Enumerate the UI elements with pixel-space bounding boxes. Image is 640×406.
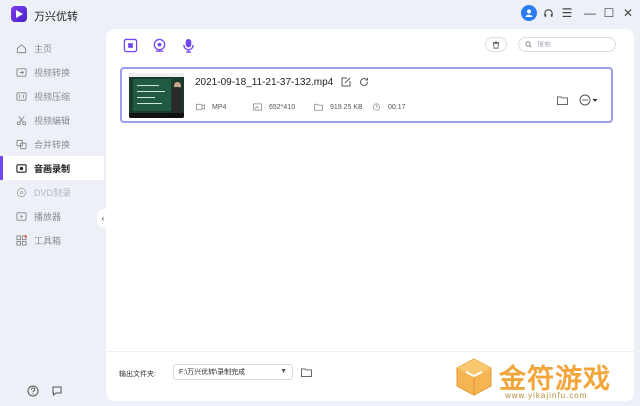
sidebar-item-label: 视频编辑: [34, 115, 71, 126]
player-icon: [15, 210, 27, 222]
sidebar-item-label: 合并转换: [34, 139, 71, 150]
home-icon: [15, 42, 27, 54]
record-icon: [15, 162, 27, 174]
compress-icon: [15, 90, 27, 102]
file-size: 919.25 KB: [330, 103, 363, 111]
search-input[interactable]: [537, 41, 607, 48]
title-bar: 万兴优转 ☰ — ☐ ✕: [0, 0, 640, 28]
main-panel: 2021-09-18_11-21-37-132.mp4 MP4 652*410 …: [106, 29, 634, 401]
search-box[interactable]: [518, 37, 616, 52]
sidebar-item-video-edit[interactable]: 视频编辑: [0, 108, 104, 132]
delete-button[interactable]: [485, 37, 507, 52]
watermark: 金符游戏 www.yikajinfu.com: [455, 355, 635, 403]
file-format: MP4: [212, 103, 227, 111]
file-resolution: 652*410: [269, 103, 296, 111]
record-mode-tabs: [122, 37, 196, 53]
meta-resolution: 652*410: [252, 102, 295, 112]
screen-record-icon[interactable]: [122, 37, 138, 53]
app-title: 万兴优转: [34, 11, 78, 23]
sidebar-item-video-convert[interactable]: 视频转换: [0, 60, 104, 84]
trash-icon: [492, 40, 500, 49]
watermark-url: www.yikajinfu.com: [505, 391, 588, 400]
sidebar-footer: [27, 385, 63, 397]
close-button[interactable]: ✕: [620, 5, 636, 21]
output-path-select[interactable]: F:\万兴优转\录制完成 ▼: [173, 364, 293, 380]
chevron-down-icon: ▼: [280, 368, 287, 375]
sidebar-item-label: DVD刻录: [34, 187, 72, 198]
sidebar-item-label: 播放器: [34, 211, 62, 222]
folder-size-icon: [313, 103, 323, 111]
menu-icon[interactable]: ☰: [559, 5, 575, 21]
meta-duration: 00:17: [371, 102, 406, 112]
sidebar-item-dvd-burn[interactable]: DVD刻录: [0, 180, 104, 204]
user-avatar-icon[interactable]: [521, 5, 537, 21]
more-options-button[interactable]: [579, 94, 603, 106]
sidebar: 主页 视频转换 视频压缩 视频编辑 合并转换 音画录制 DVD刻录 播放器 工具…: [0, 36, 104, 252]
meta-size: 919.25 KB: [313, 102, 363, 112]
open-output-folder-icon[interactable]: [300, 366, 312, 378]
sidebar-item-video-compress[interactable]: 视频压缩: [0, 84, 104, 108]
search-icon: [525, 41, 532, 48]
resolution-icon: [252, 103, 262, 111]
open-file-location-icon[interactable]: [556, 94, 568, 106]
sidebar-item-label: 主页: [34, 43, 53, 54]
feedback-icon[interactable]: [51, 385, 63, 397]
sidebar-item-merge[interactable]: 合并转换: [0, 132, 104, 156]
share-icon[interactable]: [358, 76, 370, 88]
convert-icon: [15, 66, 27, 78]
minimize-button[interactable]: —: [582, 5, 598, 21]
more-icon: [579, 94, 598, 106]
watermark-logo: [456, 358, 492, 396]
sidebar-item-label: 工具箱: [34, 235, 62, 246]
sidebar-item-home[interactable]: 主页: [0, 36, 104, 60]
rename-icon[interactable]: [340, 76, 352, 88]
clock-icon: [371, 103, 381, 111]
merge-icon: [15, 138, 27, 150]
sidebar-item-player[interactable]: 播放器: [0, 204, 104, 228]
headset-icon[interactable]: [540, 5, 556, 21]
sidebar-item-label: 视频转换: [34, 67, 71, 78]
toolbox-icon: [15, 234, 27, 246]
video-format-icon: [195, 103, 205, 111]
help-icon[interactable]: [27, 385, 39, 397]
sidebar-item-label: 音画录制: [34, 163, 71, 174]
disc-icon: [15, 186, 27, 198]
webcam-record-icon[interactable]: [151, 37, 167, 53]
sidebar-item-toolbox[interactable]: 工具箱: [0, 228, 104, 252]
output-path-value: F:\万兴优转\录制完成: [179, 369, 246, 376]
maximize-button[interactable]: ☐: [601, 5, 617, 21]
sidebar-item-screen-record[interactable]: 音画录制: [0, 156, 104, 180]
file-name: 2021-09-18_11-21-37-132.mp4: [195, 77, 334, 88]
recorded-file-item[interactable]: 2021-09-18_11-21-37-132.mp4 MP4 652*410 …: [120, 67, 613, 123]
sidebar-item-label: 视频压缩: [34, 91, 71, 102]
scissors-icon: [15, 114, 27, 126]
audio-record-icon[interactable]: [180, 37, 196, 53]
app-logo: [11, 6, 27, 22]
video-thumbnail[interactable]: [129, 73, 184, 118]
output-folder-label: 输出文件夹:: [119, 371, 156, 378]
meta-format: MP4: [195, 102, 226, 112]
file-duration: 00:17: [388, 103, 406, 111]
